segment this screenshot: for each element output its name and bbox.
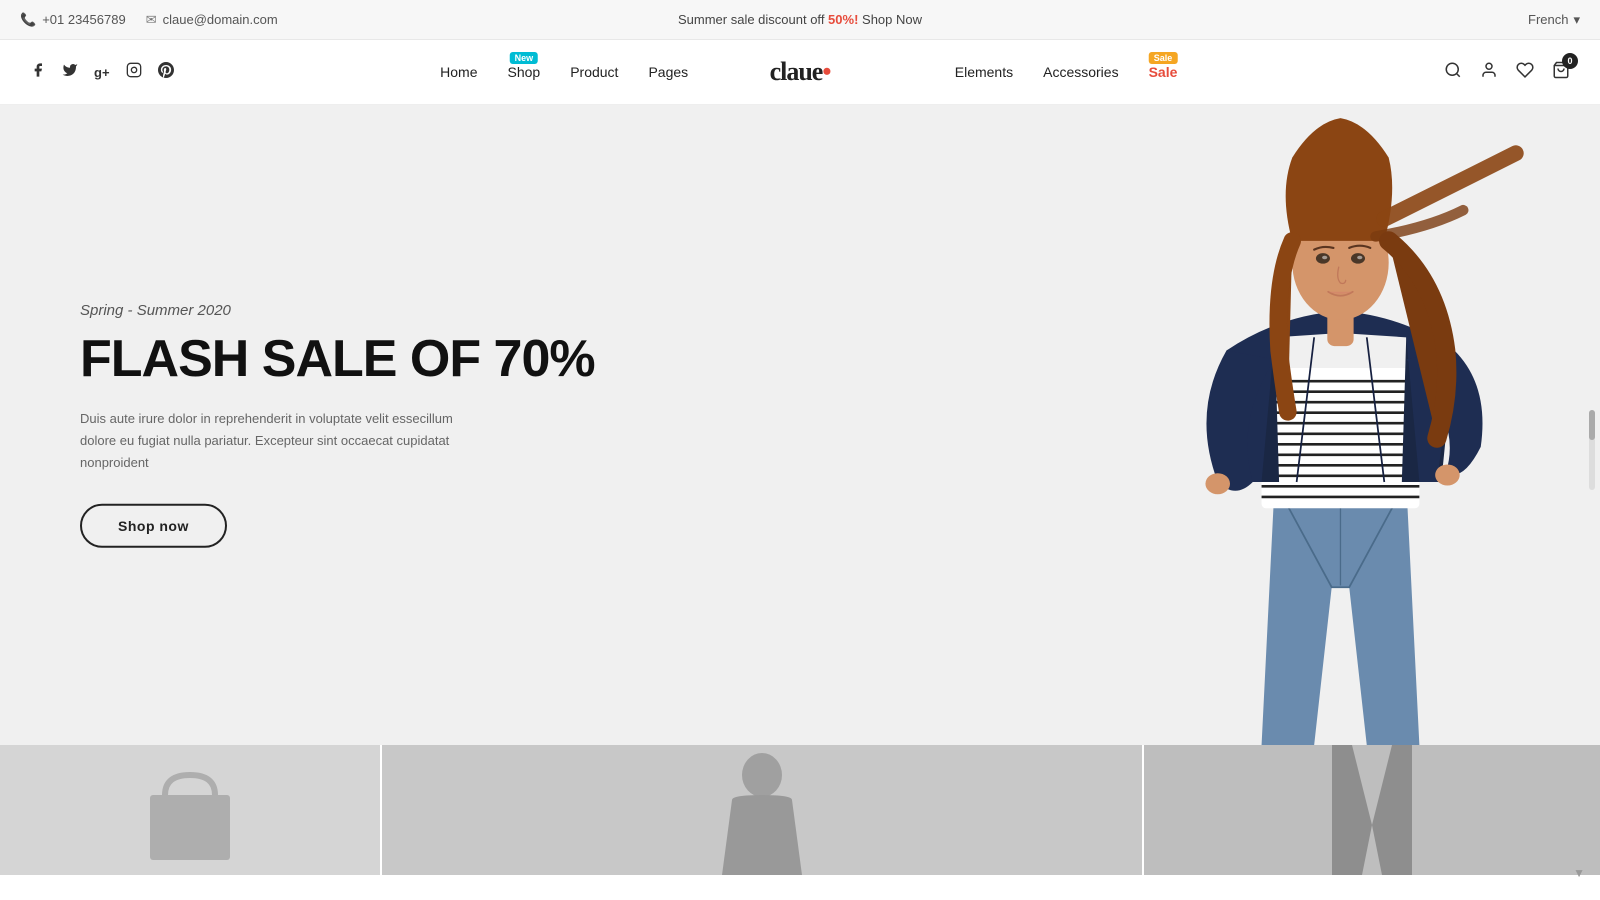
nav-product[interactable]: Product [570, 64, 618, 80]
nav-elements[interactable]: Elements [955, 64, 1013, 80]
promo-text: Summer sale discount off [678, 12, 828, 27]
scroll-down-arrow: ▼ [1573, 866, 1585, 880]
scroll-thumb [1589, 410, 1595, 440]
language-label: French [1528, 12, 1568, 27]
promo-link[interactable]: Shop Now [862, 12, 922, 27]
social-links: g+ [30, 62, 174, 83]
promo-banner: Summer sale discount off 50%! Shop Now [678, 12, 922, 27]
main-nav: Home New Shop Product Pages [440, 64, 688, 80]
search-icon[interactable] [1444, 61, 1462, 84]
main-header: g+ Home New Shop Product Pages claue• El… [0, 40, 1600, 105]
hero-title: FLASH SALE OF 70% [80, 331, 595, 388]
promo-highlight: 50%! [828, 12, 858, 27]
nav-home[interactable]: Home [440, 64, 477, 80]
nav-accessories[interactable]: Accessories [1043, 64, 1118, 80]
cart-count: 0 [1562, 53, 1578, 69]
product-card-2[interactable] [382, 745, 1142, 875]
shop-now-button[interactable]: Shop now [80, 504, 227, 548]
chevron-down-icon: ▾ [1573, 12, 1580, 28]
hero-content: Spring - Summer 2020 FLASH SALE OF 70% D… [80, 302, 595, 548]
sale-badge: Sale [1149, 52, 1178, 64]
product-cards-row [0, 745, 1600, 875]
site-logo[interactable]: claue• [770, 57, 831, 87]
contact-info: 📞 +01 23456789 ✉ claue@domain.com [20, 12, 278, 28]
email-address: claue@domain.com [163, 12, 278, 27]
scroll-indicator [1589, 410, 1595, 490]
product-card-1[interactable] [0, 745, 380, 875]
logo-dot: • [822, 57, 830, 86]
google-plus-icon[interactable]: g+ [94, 65, 110, 80]
phone-contact[interactable]: 📞 +01 23456789 [20, 12, 126, 28]
hero-section: Spring - Summer 2020 FLASH SALE OF 70% D… [0, 105, 1600, 745]
language-selector[interactable]: French ▾ [1528, 12, 1580, 28]
nav-shop[interactable]: New Shop [508, 64, 541, 80]
hero-subtitle: Spring - Summer 2020 [80, 302, 595, 319]
top-bar: 📞 +01 23456789 ✉ claue@domain.com Summer… [0, 0, 1600, 40]
hero-description: Duis aute irure dolor in reprehenderit i… [80, 408, 480, 474]
cart-icon[interactable]: 0 [1552, 61, 1570, 84]
twitter-icon[interactable] [62, 62, 78, 83]
main-nav-right: Elements Accessories Sale Sale [955, 64, 1178, 80]
phone-icon: 📞 [20, 12, 36, 28]
nav-sale[interactable]: Sale Sale [1149, 64, 1178, 80]
instagram-icon[interactable] [126, 62, 142, 83]
phone-number: +01 23456789 [42, 12, 126, 27]
nav-pages[interactable]: Pages [648, 64, 688, 80]
product-card-3[interactable] [1144, 745, 1600, 875]
hero-image [720, 105, 1600, 745]
wishlist-icon[interactable] [1516, 61, 1534, 84]
fashion-model [1116, 105, 1600, 745]
header-actions: 0 [1444, 61, 1570, 84]
email-icon: ✉ [146, 12, 157, 28]
email-contact[interactable]: ✉ claue@domain.com [146, 12, 278, 28]
logo-text: claue [770, 57, 823, 86]
facebook-icon[interactable] [30, 62, 46, 83]
account-icon[interactable] [1480, 61, 1498, 84]
shop-new-badge: New [510, 52, 539, 64]
pinterest-icon[interactable] [158, 62, 174, 83]
